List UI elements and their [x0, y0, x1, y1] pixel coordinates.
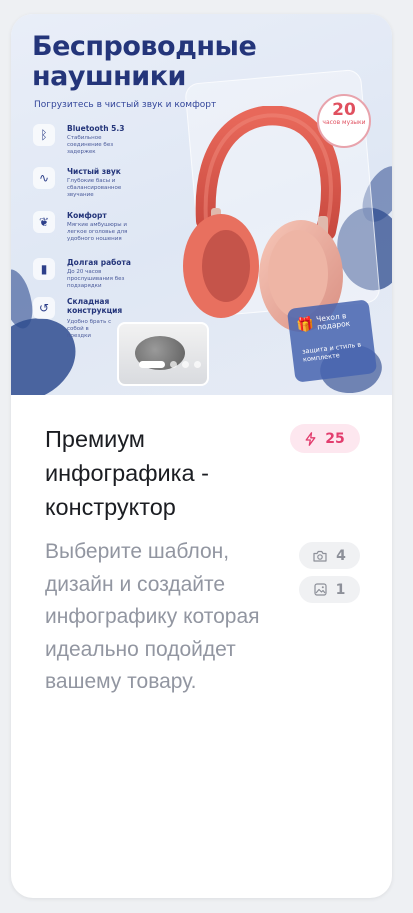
feature-desc: До 20 часов прослушивания без подзарядки: [67, 269, 125, 289]
carousel-dot-4[interactable]: [194, 361, 201, 368]
hero-heading: Беспроводные наушники: [32, 31, 257, 92]
fold-icon: ↺: [33, 297, 55, 319]
feature-title: Bluetooth 5.3: [67, 124, 125, 133]
price-badge: 25: [290, 424, 360, 453]
feature-desc: Удобно брать с собой в поездки: [67, 319, 112, 339]
feature-title: Складная конструкция: [67, 297, 123, 315]
lightning-icon: [305, 431, 316, 446]
gift-badge: 🎁 Чехол в подарок защита и стиль в компл…: [286, 299, 378, 383]
carousel-dot-1[interactable]: [139, 361, 165, 368]
battery-icon: ▮: [33, 258, 55, 280]
preview-image[interactable]: Беспроводные наушники Погрузитесь в чист…: [11, 14, 392, 395]
feature-desc: Мягкие амбушюры и легкое оголовье для уд…: [67, 222, 128, 242]
badge-text: часов музыки: [322, 119, 366, 126]
feature-title: Чистый звук: [67, 167, 121, 176]
bluetooth-icon: ᛒ: [33, 124, 55, 146]
feature-desc: Стабильное соединение без задержек: [67, 135, 114, 155]
card-title: Премиум инфографика - конструктор: [45, 426, 209, 520]
photo-count: 4: [336, 547, 346, 564]
image-count: 1: [335, 581, 346, 598]
feature-desc: Глубокие басы и сбалансированное звучани…: [67, 178, 122, 198]
camera-icon: [313, 550, 327, 562]
gift-subtitle: защита и стиль в комплекте: [301, 340, 362, 364]
image-icon: [314, 583, 327, 596]
badge-number: 20: [332, 100, 356, 120]
carousel-dot-2[interactable]: [170, 361, 177, 368]
card-description: Выберите шаблон, дизайн и создайте инфог…: [45, 540, 260, 693]
photo-count-badge: 4: [299, 542, 360, 569]
template-card[interactable]: Беспроводные наушники Погрузитесь в чист…: [11, 14, 392, 898]
hours-badge: 20 часов музыки: [317, 94, 371, 148]
case-thumbnail: [117, 322, 209, 386]
gift-icon: 🎁: [295, 316, 316, 335]
gift-title: Чехол в подарок: [315, 311, 351, 332]
carousel-dots[interactable]: [139, 361, 201, 368]
feature-title: Долгая работа: [67, 258, 131, 267]
image-count-badge: 1: [299, 576, 360, 603]
price-value: 25: [325, 430, 345, 447]
sound-wave-icon: ∿: [33, 167, 55, 189]
leaf-icon: ❦: [33, 211, 55, 233]
carousel-dot-3[interactable]: [182, 361, 189, 368]
feature-title: Комфорт: [67, 211, 107, 220]
